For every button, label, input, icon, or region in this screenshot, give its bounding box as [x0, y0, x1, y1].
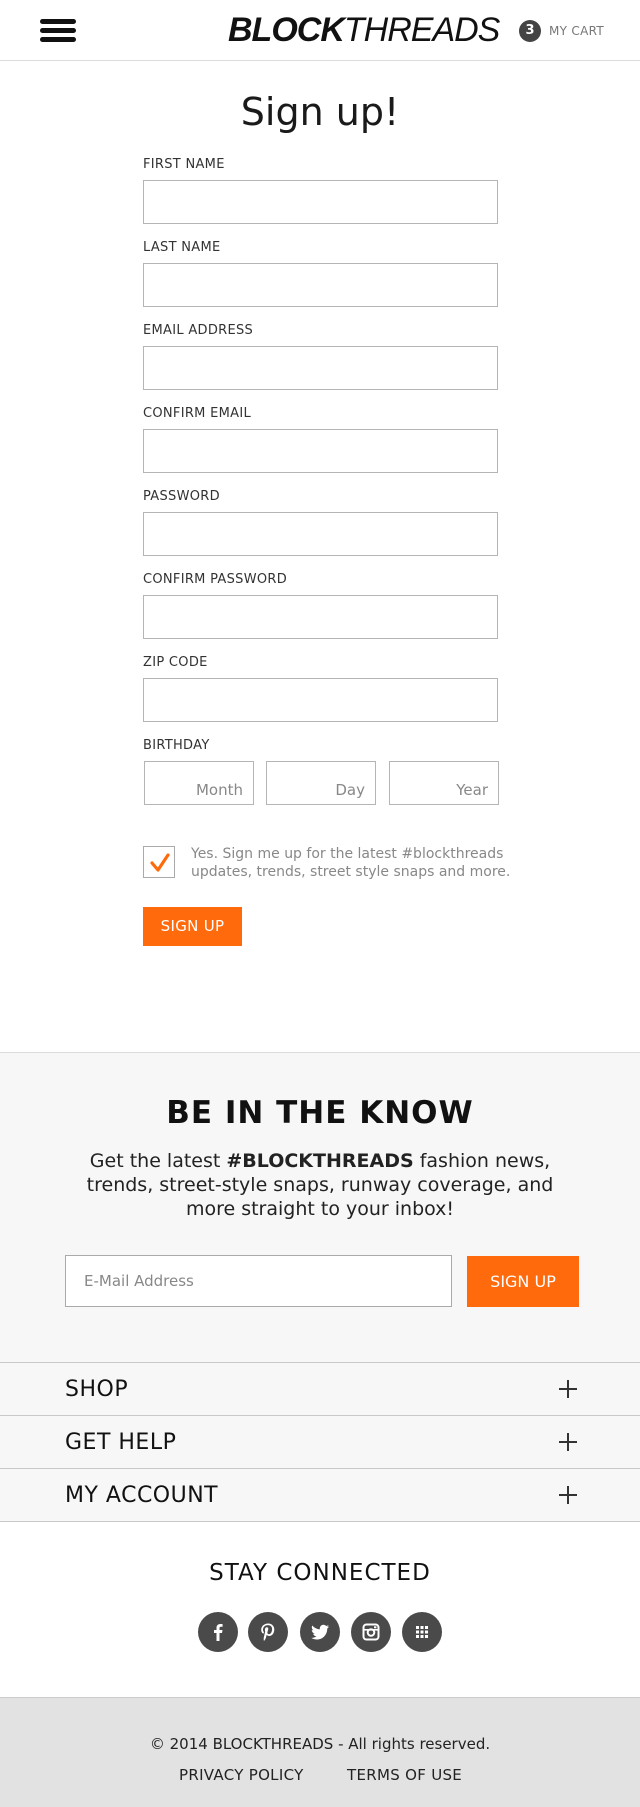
instagram-icon[interactable] [351, 1612, 391, 1652]
page-title: Sign up! [240, 90, 400, 134]
last-name-label: LAST NAME [143, 240, 221, 255]
newsletter-signup-button[interactable]: SIGN UP [467, 1256, 579, 1307]
terms-of-use-link[interactable]: TERMS OF USE [347, 1766, 462, 1784]
newsletter-text-start: Get the latest [89, 1150, 227, 1172]
apps-grid-icon[interactable] [402, 1612, 442, 1652]
accordion-label: SHOP [65, 1377, 129, 1402]
confirm-email-input[interactable] [143, 429, 498, 473]
accordion-my-account[interactable]: MY ACCOUNT [0, 1468, 640, 1522]
logo-light: THREADS [343, 11, 500, 49]
privacy-policy-link[interactable]: PRIVACY POLICY [179, 1766, 304, 1784]
zip-code-input[interactable] [143, 678, 498, 722]
birthday-label: BIRTHDAY [143, 738, 210, 753]
confirm-password-input[interactable] [143, 595, 498, 639]
checkmark-icon [150, 853, 170, 872]
twitter-icon[interactable] [300, 1612, 340, 1652]
accordion-shop[interactable]: SHOP [0, 1362, 640, 1416]
birthday-month-input[interactable]: Month [144, 761, 254, 805]
birthday-day-input[interactable]: Day [266, 761, 376, 805]
optin-checkbox[interactable] [143, 846, 175, 878]
confirm-password-label: CONFIRM PASSWORD [143, 572, 288, 587]
accordion-label: GET HELP [65, 1430, 177, 1455]
stay-connected-title: STAY CONNECTED [209, 1560, 431, 1586]
first-name-label: FIRST NAME [143, 157, 225, 172]
newsletter-section: BE IN THE KNOW Get the latest #BLOCKTHRE… [0, 1052, 640, 1362]
logo[interactable]: BLOCKTHREADS [228, 10, 500, 50]
hamburger-menu-icon[interactable] [40, 19, 76, 43]
cart-count-badge: 3 [519, 20, 541, 42]
copyright-text: © 2014 BLOCKTHREADS - All rights reserve… [149, 1735, 491, 1753]
optin-text: Yes. Sign me up for the latest #blockthr… [191, 846, 511, 880]
divider [0, 1521, 640, 1522]
zip-code-label: ZIP CODE [143, 655, 208, 670]
signup-button[interactable]: SIGN UP [143, 907, 242, 946]
cart-label: MY CART [549, 24, 604, 38]
newsletter-text: Get the latest #BLOCKTHREADS fashion new… [60, 1149, 580, 1221]
newsletter-email-input[interactable]: E-Mail Address [65, 1255, 452, 1307]
plus-icon [559, 1433, 577, 1451]
cart-link[interactable]: 3 MY CART [519, 20, 604, 42]
first-name-input[interactable] [143, 180, 498, 224]
plus-icon [559, 1486, 577, 1504]
site-header: BLOCKTHREADS 3 MY CART [0, 0, 640, 61]
facebook-icon[interactable] [198, 1612, 238, 1652]
site-footer: © 2014 BLOCKTHREADS - All rights reserve… [0, 1697, 640, 1807]
pinterest-icon[interactable] [248, 1612, 288, 1652]
password-label: PASSWORD [143, 489, 220, 504]
newsletter-title: BE IN THE KNOW [166, 1095, 474, 1131]
email-label: EMAIL ADDRESS [143, 323, 254, 338]
password-input[interactable] [143, 512, 498, 556]
birthday-year-input[interactable]: Year [389, 761, 499, 805]
confirm-email-label: CONFIRM EMAIL [143, 406, 252, 421]
newsletter-hashtag: #BLOCKTHREADS [226, 1150, 414, 1172]
last-name-input[interactable] [143, 263, 498, 307]
logo-bold: BLOCK [228, 11, 345, 49]
email-input[interactable] [143, 346, 498, 390]
accordion-get-help[interactable]: GET HELP [0, 1415, 640, 1469]
accordion-label: MY ACCOUNT [65, 1483, 219, 1508]
plus-icon [559, 1380, 577, 1398]
